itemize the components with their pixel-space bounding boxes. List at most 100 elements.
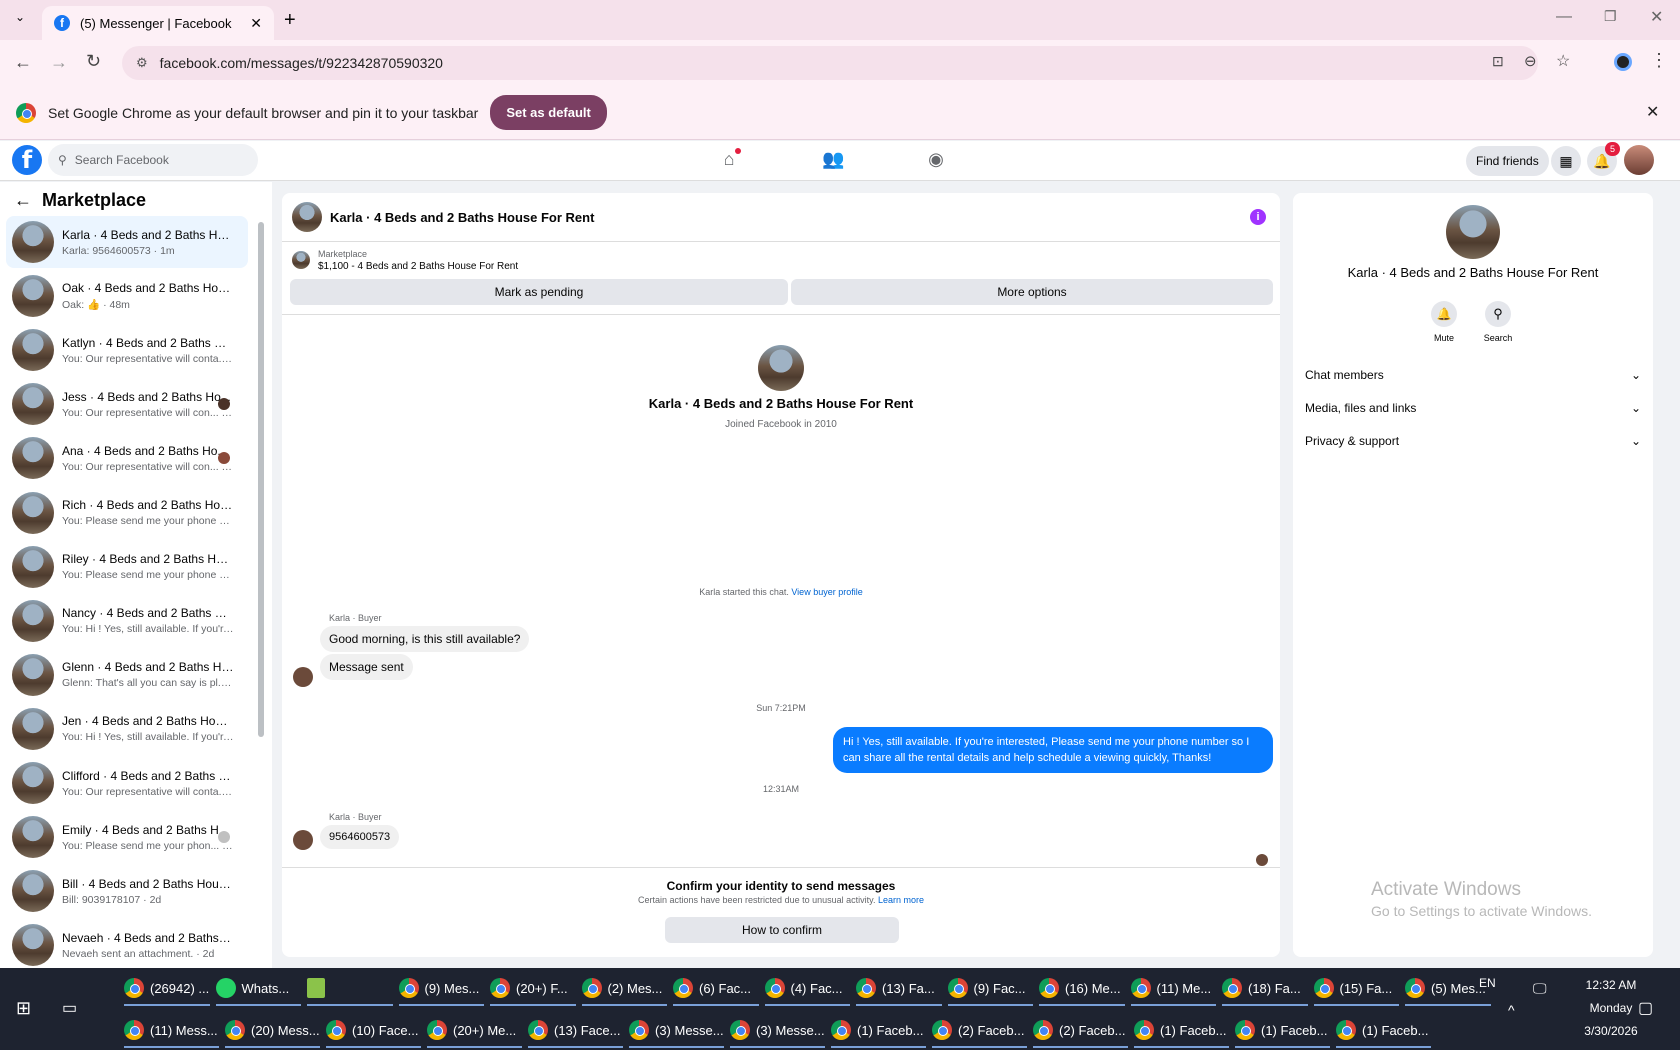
task-view-icon[interactable]: ▭	[62, 998, 77, 1018]
conversation-item[interactable]: Emily · 4 Beds and 2 Baths H... You: Plea…	[6, 811, 248, 863]
chat-members-section[interactable]: Chat members ⌄	[1305, 368, 1641, 382]
taskbar-app-button[interactable]: (9) Fac...	[947, 972, 1033, 1006]
taskbar-app-button[interactable]: (10) Face...	[326, 1014, 421, 1048]
taskbar-app-button[interactable]: (15) Fa...	[1313, 972, 1399, 1006]
listing-price[interactable]: $1,100 - 4 Beds and 2 Baths House For Re…	[318, 261, 518, 272]
taskbar-app-button[interactable]: (26942) ...	[124, 972, 210, 1006]
how-to-confirm-button[interactable]: How to confirm	[665, 917, 899, 943]
conversation-item[interactable]: Oak · 4 Beds and 2 Baths House... Oak: 👍 …	[6, 270, 248, 322]
facebook-logo-icon[interactable]: f	[12, 145, 42, 175]
learn-more-link[interactable]: Learn more	[878, 895, 924, 905]
taskbar-app-button[interactable]: (1) Faceb...	[831, 1014, 926, 1048]
taskbar-app-button[interactable]: (2) Faceb...	[932, 1014, 1027, 1048]
clock-date[interactable]: 3/30/2026	[1566, 1024, 1656, 1038]
taskbar-app-button[interactable]: (6) Fac...	[673, 972, 759, 1006]
sender-avatar[interactable]	[293, 830, 313, 850]
taskbar-app-button[interactable]: (1) Faceb...	[1134, 1014, 1229, 1048]
chat-header-title[interactable]: Karla · 4 Beds and 2 Baths House For Ren…	[330, 210, 594, 225]
site-info-icon[interactable]: ⚙	[136, 55, 148, 71]
taskbar-app-button[interactable]: (3) Messe...	[730, 1014, 825, 1048]
info-icon[interactable]: i	[1250, 209, 1266, 225]
chrome-menu-icon[interactable]: ⋮	[1650, 50, 1668, 71]
profile-avatar[interactable]	[758, 345, 804, 391]
conversation-item[interactable]: Jess · 4 Beds and 2 Baths Ho... You: Our …	[6, 378, 248, 430]
taskbar-app-button[interactable]: (20+) Me...	[427, 1014, 522, 1048]
url-text[interactable]: facebook.com/messages/t/922342870590320	[160, 55, 443, 71]
scrollbar-thumb[interactable]	[258, 222, 264, 737]
conversation-item[interactable]: Rich · 4 Beds and 2 Baths Hous... You: Pl…	[6, 487, 248, 539]
install-app-icon[interactable]: ⊡	[1492, 53, 1504, 70]
search-label[interactable]: Search	[1472, 333, 1524, 343]
taskbar-app-button[interactable]: (20) Mess...	[225, 1014, 320, 1048]
taskbar-app-button[interactable]: (9) Mes...	[398, 972, 484, 1006]
language-indicator[interactable]: EN	[1479, 976, 1496, 990]
omnibox[interactable]: ⚙ facebook.com/messages/t/92234287059032…	[122, 46, 1570, 80]
conversation-item[interactable]: Katlyn · 4 Beds and 2 Baths Ho... You: Ou…	[6, 324, 248, 376]
taskbar-app-button[interactable]: (13) Fa...	[856, 972, 942, 1006]
conversation-item[interactable]: Nancy · 4 Beds and 2 Baths Ho... You: Hi …	[6, 595, 248, 647]
tray-chevron-up-icon[interactable]: ^	[1508, 1002, 1515, 1018]
page-scrollbar[interactable]	[1664, 182, 1680, 968]
close-infobar-icon[interactable]: ✕	[1646, 102, 1659, 122]
taskbar-app-button[interactable]: Whats...	[215, 972, 301, 1006]
back-icon[interactable]: ←	[14, 52, 32, 73]
browser-tab[interactable]: f (5) Messenger | Facebook ✕	[42, 6, 274, 40]
reload-icon[interactable]: ↻	[86, 51, 101, 72]
set-default-button[interactable]: Set as default	[490, 95, 607, 130]
taskbar-app-button[interactable]: (1) Faceb...	[1235, 1014, 1330, 1048]
taskbar-app-button[interactable]: (2) Mes...	[581, 972, 667, 1006]
info-avatar[interactable]	[1446, 205, 1500, 259]
profile-icon[interactable]	[1614, 53, 1632, 71]
privacy-support-section[interactable]: Privacy & support ⌄	[1305, 434, 1641, 448]
close-window-icon[interactable]: ✕	[1650, 7, 1663, 27]
bookmark-star-icon[interactable]: ☆	[1556, 51, 1570, 71]
menu-grid-icon[interactable]: ▦	[1551, 146, 1581, 176]
taskbar-app-button[interactable]: (5) Mes...	[1405, 972, 1491, 1006]
taskbar-app-button[interactable]: (11) Me...	[1130, 972, 1216, 1006]
conversation-item[interactable]: Nevaeh · 4 Beds and 2 Baths H... Nevaeh s…	[6, 919, 248, 968]
new-tab-icon[interactable]: +	[284, 9, 296, 32]
find-friends-button[interactable]: Find friends	[1466, 146, 1549, 176]
taskbar-app-button[interactable]: (3) Messe...	[629, 1014, 724, 1048]
incoming-message[interactable]: 9564600573	[320, 825, 400, 849]
friends-icon[interactable]: 👥	[822, 149, 844, 171]
conversation-item[interactable]: Glenn · 4 Beds and 2 Baths Hou... Glenn: …	[6, 649, 248, 701]
view-buyer-profile-link[interactable]: View buyer profile	[791, 587, 862, 597]
listing-thumbnail[interactable]	[292, 251, 310, 269]
more-options-button[interactable]: More options	[791, 279, 1273, 305]
facebook-search-input[interactable]: ⚲ Search Facebook	[48, 144, 258, 176]
mute-bell-icon[interactable]: 🔔	[1431, 301, 1457, 327]
search-icon[interactable]: ⚲	[1485, 301, 1511, 327]
taskbar-app-button[interactable]: (4) Fac...	[764, 972, 850, 1006]
outgoing-message[interactable]: Hi ! Yes, still available. If you're int…	[833, 727, 1273, 773]
clock-time[interactable]: 12:32 AM	[1566, 978, 1656, 992]
conversation-item[interactable]: Jen · 4 Beds and 2 Baths House ... You: H…	[6, 703, 248, 755]
back-arrow-icon[interactable]: ←	[14, 190, 32, 211]
windows-start-icon[interactable]: ⊞	[16, 998, 31, 1019]
forward-icon[interactable]: →	[50, 52, 68, 73]
conversation-item[interactable]: Riley · 4 Beds and 2 Baths Hous... You: P…	[6, 541, 248, 593]
mark-as-pending-button[interactable]: Mark as pending	[290, 279, 788, 305]
minimize-icon[interactable]: —	[1556, 8, 1572, 26]
taskbar-app-button[interactable]: (2) Faceb...	[1033, 1014, 1128, 1048]
sender-avatar[interactable]	[293, 667, 313, 687]
media-files-section[interactable]: Media, files and links ⌄	[1305, 401, 1641, 415]
close-tab-icon[interactable]: ✕	[250, 15, 262, 32]
mute-label[interactable]: Mute	[1418, 333, 1470, 343]
groups-icon[interactable]: ◉	[925, 149, 947, 171]
taskbar-app-button[interactable]: (18) Fa...	[1222, 972, 1308, 1006]
incoming-message[interactable]: Message sent	[320, 654, 413, 680]
conversation-item[interactable]: Ana · 4 Beds and 2 Baths Ho... You: Our r…	[6, 432, 248, 484]
conversation-item[interactable]: Bill · 4 Beds and 2 Baths House ... Bill:…	[6, 865, 248, 917]
incoming-message[interactable]: Good morning, is this still available?	[320, 626, 530, 652]
network-icon[interactable]: 🖵	[1533, 980, 1547, 997]
taskbar-app-button[interactable]: (20+) F...	[490, 972, 576, 1006]
taskbar-app-button[interactable]: (16) Me...	[1039, 972, 1125, 1006]
tab-search-icon[interactable]: ⌄	[10, 10, 30, 30]
taskbar-app-button[interactable]: (1) Faceb...	[1336, 1014, 1431, 1048]
zoom-icon[interactable]: ⊖	[1524, 52, 1537, 70]
restore-icon[interactable]: ❐	[1604, 8, 1617, 25]
account-avatar[interactable]	[1624, 145, 1654, 175]
conversation-item[interactable]: Karla · 4 Beds and 2 Baths Hous... Karla:…	[6, 216, 248, 268]
taskbar-app-button[interactable]	[307, 972, 393, 1006]
